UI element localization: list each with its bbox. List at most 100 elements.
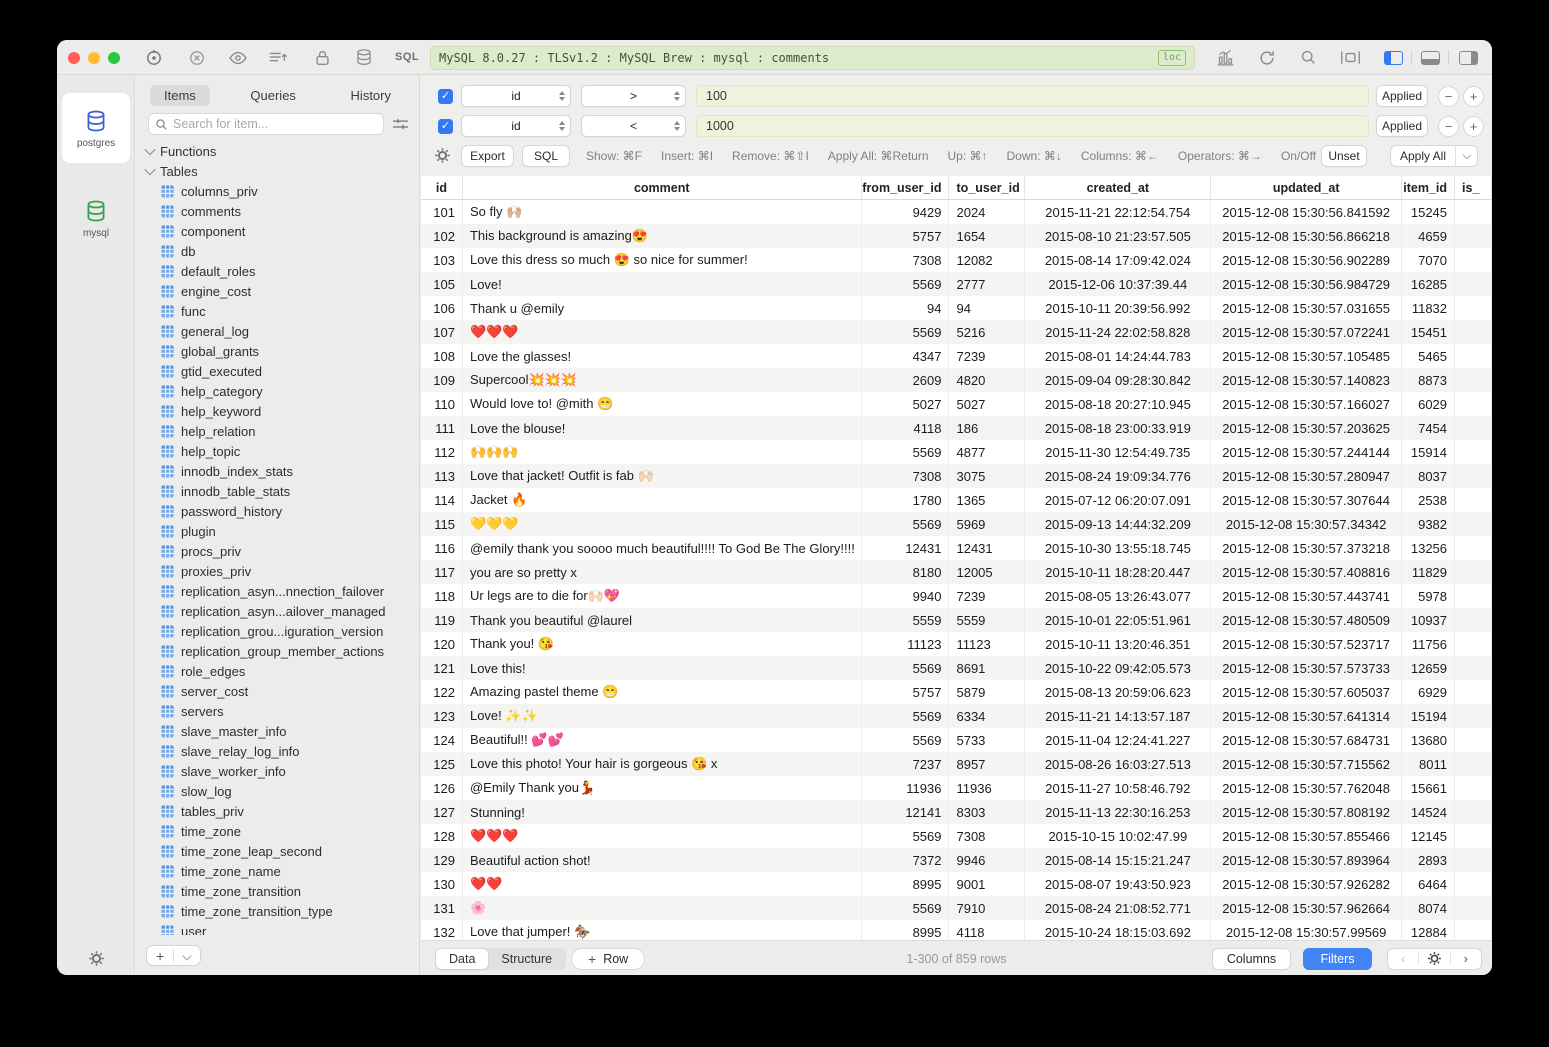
tab-structure[interactable]: Structure	[488, 949, 565, 969]
cell-updated_at[interactable]: 2015-12-08 15:30:56.902289	[1211, 248, 1402, 272]
sidebar-item-table[interactable]: time_zone_transition	[136, 881, 419, 901]
lock-icon[interactable]	[310, 46, 334, 70]
cell-id[interactable]: 125	[421, 752, 463, 776]
cell-created_at[interactable]: 2015-08-18 20:27:10.945	[1025, 392, 1211, 416]
cell-id[interactable]: 124	[421, 728, 463, 752]
table-row[interactable]: 130❤️❤️899590012015-08-07 19:43:50.92320…	[421, 872, 1492, 896]
connection-mysql[interactable]: mysql	[62, 183, 130, 253]
cell-to_user_id[interactable]: 2024	[949, 200, 1025, 224]
cell-item_id[interactable]: 14524	[1402, 800, 1455, 824]
search-input[interactable]	[173, 117, 377, 131]
sidebar-item-table[interactable]: time_zone_transition_type	[136, 901, 419, 921]
cell-id[interactable]: 102	[421, 224, 463, 248]
cell-item_id[interactable]: 2538	[1402, 488, 1455, 512]
table-row[interactable]: 103Love this dress so much 😍 so nice for…	[421, 248, 1492, 272]
cell-updated_at[interactable]: 2015-12-08 15:30:57.926282	[1211, 872, 1402, 896]
sidebar-item-table[interactable]: password_history	[136, 501, 419, 521]
cell-created_at[interactable]: 2015-10-22 09:42:05.573	[1025, 656, 1211, 680]
cell-from_user_id[interactable]: 5559	[862, 608, 950, 632]
cell-updated_at[interactable]: 2015-12-08 15:30:57.34342	[1211, 512, 1402, 536]
cell-updated_at[interactable]: 2015-12-08 15:30:56.866218	[1211, 224, 1402, 248]
cell-id[interactable]: 121	[421, 656, 463, 680]
sidebar-item-table[interactable]: role_edges	[136, 661, 419, 681]
cell-comment[interactable]: Thank you! 😘	[463, 632, 862, 656]
cell-id[interactable]: 107	[421, 320, 463, 344]
cell-comment[interactable]: 🙌🙌🙌	[463, 440, 862, 464]
cell-comment[interactable]: @emily thank you soooo much beautiful!!!…	[463, 536, 862, 560]
column-header-created_at[interactable]: created_at	[1025, 176, 1211, 199]
cell-created_at[interactable]: 2015-10-24 18:15:03.692	[1025, 920, 1211, 940]
cell-created_at[interactable]: 2015-08-26 16:03:27.513	[1025, 752, 1211, 776]
filter-column-select[interactable]: id	[461, 85, 571, 107]
sidebar-item-table[interactable]: replication_grou...iguration_version	[136, 621, 419, 641]
cell-created_at[interactable]: 2015-08-24 21:08:52.771	[1025, 896, 1211, 920]
cell-from_user_id[interactable]: 5569	[862, 512, 950, 536]
cell-id[interactable]: 114	[421, 488, 463, 512]
cell-to_user_id[interactable]: 9946	[949, 848, 1025, 872]
cell-updated_at[interactable]: 2015-12-08 15:30:57.962664	[1211, 896, 1402, 920]
cell-item_id[interactable]: 9382	[1402, 512, 1455, 536]
cell-item_id[interactable]: 7454	[1402, 416, 1455, 440]
cell-item_id[interactable]: 13680	[1402, 728, 1455, 752]
cell-is_[interactable]	[1455, 512, 1492, 536]
cell-from_user_id[interactable]: 7372	[862, 848, 950, 872]
cell-from_user_id[interactable]: 8995	[862, 872, 950, 896]
zoom-window-button[interactable]	[108, 52, 120, 64]
cell-item_id[interactable]: 11829	[1402, 560, 1455, 584]
cell-comment[interactable]: Love that jacket! Outfit is fab 🙌🏻	[463, 464, 862, 488]
table-row[interactable]: 113Love that jacket! Outfit is fab 🙌🏻730…	[421, 464, 1492, 488]
cell-created_at[interactable]: 2015-11-13 22:30:16.253	[1025, 800, 1211, 824]
sidebar-item-table[interactable]: global_grants	[136, 341, 419, 361]
cell-from_user_id[interactable]: 11936	[862, 776, 950, 800]
cell-comment[interactable]: Thank u @emily	[463, 296, 862, 320]
sidebar-item-table[interactable]: help_relation	[136, 421, 419, 441]
cell-created_at[interactable]: 2015-10-11 13:20:46.351	[1025, 632, 1211, 656]
cell-is_[interactable]	[1455, 488, 1492, 512]
table-row[interactable]: 119Thank you beautiful @laurel5559555920…	[421, 608, 1492, 632]
cell-id[interactable]: 115	[421, 512, 463, 536]
cell-from_user_id[interactable]: 7308	[862, 248, 950, 272]
sidebar-item-table[interactable]: component	[136, 221, 419, 241]
cell-created_at[interactable]: 2015-11-30 12:54:49.735	[1025, 440, 1211, 464]
cell-created_at[interactable]: 2015-10-11 18:28:20.447	[1025, 560, 1211, 584]
cell-to_user_id[interactable]: 1365	[949, 488, 1025, 512]
table-row[interactable]: 105Love!556927772015-12-06 10:37:39.4420…	[421, 272, 1492, 296]
cell-item_id[interactable]: 8873	[1402, 368, 1455, 392]
sidebar-item-table[interactable]: time_zone_leap_second	[136, 841, 419, 861]
cell-is_[interactable]	[1455, 464, 1492, 488]
filter-column-select[interactable]: id	[461, 115, 571, 137]
filter-operator-select[interactable]: <	[581, 115, 686, 137]
cell-to_user_id[interactable]: 4118	[949, 920, 1025, 940]
cell-from_user_id[interactable]: 9429	[862, 200, 950, 224]
cell-created_at[interactable]: 2015-11-21 22:12:54.754	[1025, 200, 1211, 224]
cell-is_[interactable]	[1455, 416, 1492, 440]
cell-comment[interactable]: ❤️❤️❤️	[463, 320, 862, 344]
cell-to_user_id[interactable]: 7239	[949, 584, 1025, 608]
column-header-updated_at[interactable]: updated_at	[1211, 176, 1402, 199]
sidebar-item-table[interactable]: replication_asyn...ailover_managed	[136, 601, 419, 621]
cell-updated_at[interactable]: 2015-12-08 15:30:57.105485	[1211, 344, 1402, 368]
cell-comment[interactable]: Stunning!	[463, 800, 862, 824]
cell-id[interactable]: 111	[421, 416, 463, 440]
next-page-icon[interactable]: ›	[1451, 949, 1481, 969]
cell-to_user_id[interactable]: 2777	[949, 272, 1025, 296]
table-row[interactable]: 106Thank u @emily94942015-10-11 20:39:56…	[421, 296, 1492, 320]
column-header-to_user_id[interactable]: to_user_id	[949, 176, 1025, 199]
cell-from_user_id[interactable]: 5569	[862, 272, 950, 296]
cell-to_user_id[interactable]: 8691	[949, 656, 1025, 680]
cell-is_[interactable]	[1455, 656, 1492, 680]
cell-is_[interactable]	[1455, 368, 1492, 392]
cell-to_user_id[interactable]: 8303	[949, 800, 1025, 824]
filter-applied-button[interactable]: Applied	[1376, 85, 1428, 107]
cell-from_user_id[interactable]: 7308	[862, 464, 950, 488]
column-header-is_[interactable]: is_	[1455, 176, 1492, 199]
cell-updated_at[interactable]: 2015-12-08 15:30:57.762048	[1211, 776, 1402, 800]
filter-applied-button[interactable]: Applied	[1376, 115, 1428, 137]
filter-operator-select[interactable]: >	[581, 85, 686, 107]
cell-created_at[interactable]: 2015-10-01 22:05:51.961	[1025, 608, 1211, 632]
cell-comment[interactable]: Love this!	[463, 656, 862, 680]
cell-id[interactable]: 117	[421, 560, 463, 584]
minimize-window-button[interactable]	[88, 52, 100, 64]
cell-item_id[interactable]: 2893	[1402, 848, 1455, 872]
cell-created_at[interactable]: 2015-12-06 10:37:39.44	[1025, 272, 1211, 296]
